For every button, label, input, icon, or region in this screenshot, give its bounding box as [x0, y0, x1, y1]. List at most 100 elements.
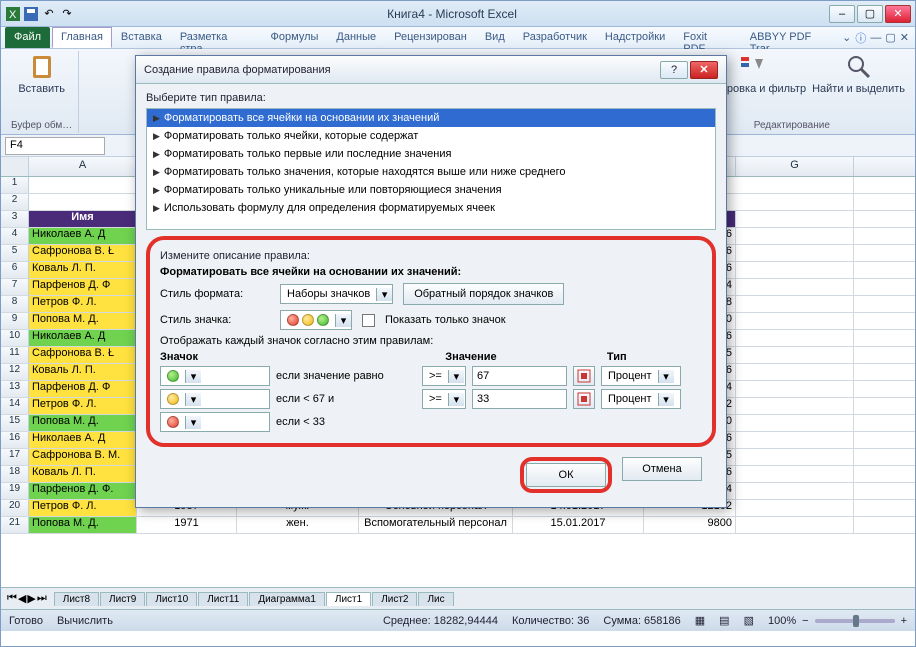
- row-header[interactable]: 19: [1, 483, 29, 499]
- row-header[interactable]: 7: [1, 279, 29, 295]
- row-header[interactable]: 20: [1, 500, 29, 516]
- ok-button[interactable]: ОК: [526, 463, 606, 487]
- rule-type-item[interactable]: ▶Форматировать все ячейки на основании и…: [147, 109, 715, 127]
- redo-icon[interactable]: ↷: [59, 6, 75, 22]
- sheet-tab[interactable]: Лис: [418, 592, 453, 606]
- tab-nav-last-icon[interactable]: ⏭: [37, 592, 47, 605]
- cell[interactable]: [736, 449, 854, 465]
- col-header-a[interactable]: A: [29, 157, 137, 176]
- row-header[interactable]: 8: [1, 296, 29, 312]
- icon-combo-3[interactable]: ▾: [160, 412, 270, 432]
- paste-button[interactable]: Вставить: [11, 53, 72, 95]
- ribbon-chevron-icon[interactable]: ⌄: [842, 31, 851, 44]
- value-input-2[interactable]: [472, 389, 567, 409]
- range-picker-icon[interactable]: [573, 366, 595, 386]
- icon-combo-1[interactable]: ▾: [160, 366, 270, 386]
- show-icon-only-checkbox[interactable]: [362, 314, 375, 327]
- tab-data[interactable]: Данные: [327, 27, 385, 48]
- cell[interactable]: Петров Ф. Л.: [29, 296, 137, 312]
- icon-style-combo[interactable]: ▾: [280, 310, 352, 330]
- row-header[interactable]: 9: [1, 313, 29, 329]
- col-header-g[interactable]: G: [736, 157, 854, 176]
- tab-developer[interactable]: Разработчик: [514, 27, 596, 48]
- wb-close-icon[interactable]: ✕: [900, 31, 909, 44]
- zoom-out-icon[interactable]: −: [802, 615, 808, 627]
- sheet-tab[interactable]: Лист11: [198, 592, 248, 606]
- value-input-1[interactable]: [472, 366, 567, 386]
- row-header[interactable]: 18: [1, 466, 29, 482]
- tab-addins[interactable]: Надстройки: [596, 27, 674, 48]
- select-all-corner[interactable]: [1, 157, 29, 176]
- row-header[interactable]: 13: [1, 381, 29, 397]
- cell[interactable]: Попова М. Д.: [29, 517, 137, 533]
- cell[interactable]: Сафронова В. Ł: [29, 245, 137, 261]
- tab-file[interactable]: Файл: [5, 27, 50, 48]
- table-header[interactable]: Имя: [29, 211, 137, 227]
- tab-insert[interactable]: Вставка: [112, 27, 171, 48]
- cell[interactable]: Парфенов Д. Ф: [29, 279, 137, 295]
- row-header[interactable]: 11: [1, 347, 29, 363]
- cell[interactable]: 9800: [644, 517, 736, 533]
- sheet-tab[interactable]: Лист9: [100, 592, 145, 606]
- cell[interactable]: жен.: [237, 517, 359, 533]
- row-header[interactable]: 15: [1, 415, 29, 431]
- tab-layout[interactable]: Разметка стра: [171, 27, 262, 48]
- sheet-tab[interactable]: Лист1: [326, 592, 371, 606]
- undo-icon[interactable]: ↶: [41, 6, 57, 22]
- dialog-close-button[interactable]: ✕: [690, 61, 718, 79]
- type-combo-1[interactable]: Процент▾: [601, 366, 681, 386]
- cell[interactable]: Николаев А. Д: [29, 330, 137, 346]
- close-button[interactable]: ✕: [885, 5, 911, 23]
- cell[interactable]: Николаев А. Д: [29, 432, 137, 448]
- cell[interactable]: [736, 500, 854, 516]
- tab-foxit[interactable]: Foxit PDF: [674, 27, 740, 48]
- rule-type-list[interactable]: ▶Форматировать все ячейки на основании и…: [146, 108, 716, 230]
- zoom-in-icon[interactable]: +: [901, 615, 907, 627]
- save-icon[interactable]: [23, 6, 39, 22]
- row-header[interactable]: 5: [1, 245, 29, 261]
- tab-review[interactable]: Рецензирован: [385, 27, 476, 48]
- wb-restore-icon[interactable]: ▢: [885, 31, 895, 44]
- tab-abbyy[interactable]: ABBYY PDF Trar: [741, 27, 842, 48]
- tab-nav-first-icon[interactable]: ⏮: [7, 592, 17, 605]
- range-picker-icon[interactable]: [573, 389, 595, 409]
- zoom-slider[interactable]: [815, 619, 895, 623]
- row-header[interactable]: 16: [1, 432, 29, 448]
- cell[interactable]: Петров Ф. Л.: [29, 500, 137, 516]
- rule-type-item[interactable]: ▶Форматировать только ячейки, которые со…: [147, 127, 715, 145]
- cell[interactable]: Коваль Л. П.: [29, 364, 137, 380]
- operator-combo-1[interactable]: >=▾: [422, 366, 466, 386]
- tab-view[interactable]: Вид: [476, 27, 514, 48]
- rule-type-item[interactable]: ▶Форматировать только значения, которые …: [147, 163, 715, 181]
- tab-nav-next-icon[interactable]: ▶: [27, 592, 35, 605]
- operator-combo-2[interactable]: >=▾: [422, 389, 466, 409]
- cell[interactable]: [736, 517, 854, 533]
- name-box[interactable]: F4: [5, 137, 105, 155]
- cell[interactable]: Попова М. Д.: [29, 415, 137, 431]
- sheet-tab[interactable]: Диаграмма1: [249, 592, 325, 606]
- sheet-tab[interactable]: Лист2: [372, 592, 417, 606]
- rule-type-item[interactable]: ▶Форматировать только первые или последн…: [147, 145, 715, 163]
- cell[interactable]: 15.01.2017: [513, 517, 644, 533]
- sheet-tab[interactable]: Лист8: [54, 592, 99, 606]
- row-header[interactable]: 10: [1, 330, 29, 346]
- row-header[interactable]: 21: [1, 517, 29, 533]
- cell[interactable]: Парфенов Д. Ф.: [29, 483, 137, 499]
- cell[interactable]: 1971: [137, 517, 237, 533]
- cell[interactable]: Вспомогательный персонал: [359, 517, 513, 533]
- tab-home[interactable]: Главная: [52, 27, 112, 48]
- cell[interactable]: Петров Ф. Л.: [29, 398, 137, 414]
- dialog-help-button[interactable]: ?: [660, 61, 688, 79]
- view-normal-icon[interactable]: ▦: [695, 614, 705, 627]
- row-header[interactable]: 17: [1, 449, 29, 465]
- find-select-button[interactable]: Найти и выделить: [812, 53, 905, 95]
- cell[interactable]: Попова М. Д.: [29, 313, 137, 329]
- dialog-titlebar[interactable]: Создание правила форматирования ? ✕: [136, 56, 726, 84]
- row-header[interactable]: 4: [1, 228, 29, 244]
- cancel-button[interactable]: Отмена: [622, 457, 702, 481]
- cell[interactable]: Николаев А. Д: [29, 228, 137, 244]
- cell[interactable]: Коваль Л. П.: [29, 262, 137, 278]
- tab-formulas[interactable]: Формулы: [262, 27, 328, 48]
- type-combo-2[interactable]: Процент▾: [601, 389, 681, 409]
- rule-type-item[interactable]: ▶Форматировать только уникальные или пов…: [147, 181, 715, 199]
